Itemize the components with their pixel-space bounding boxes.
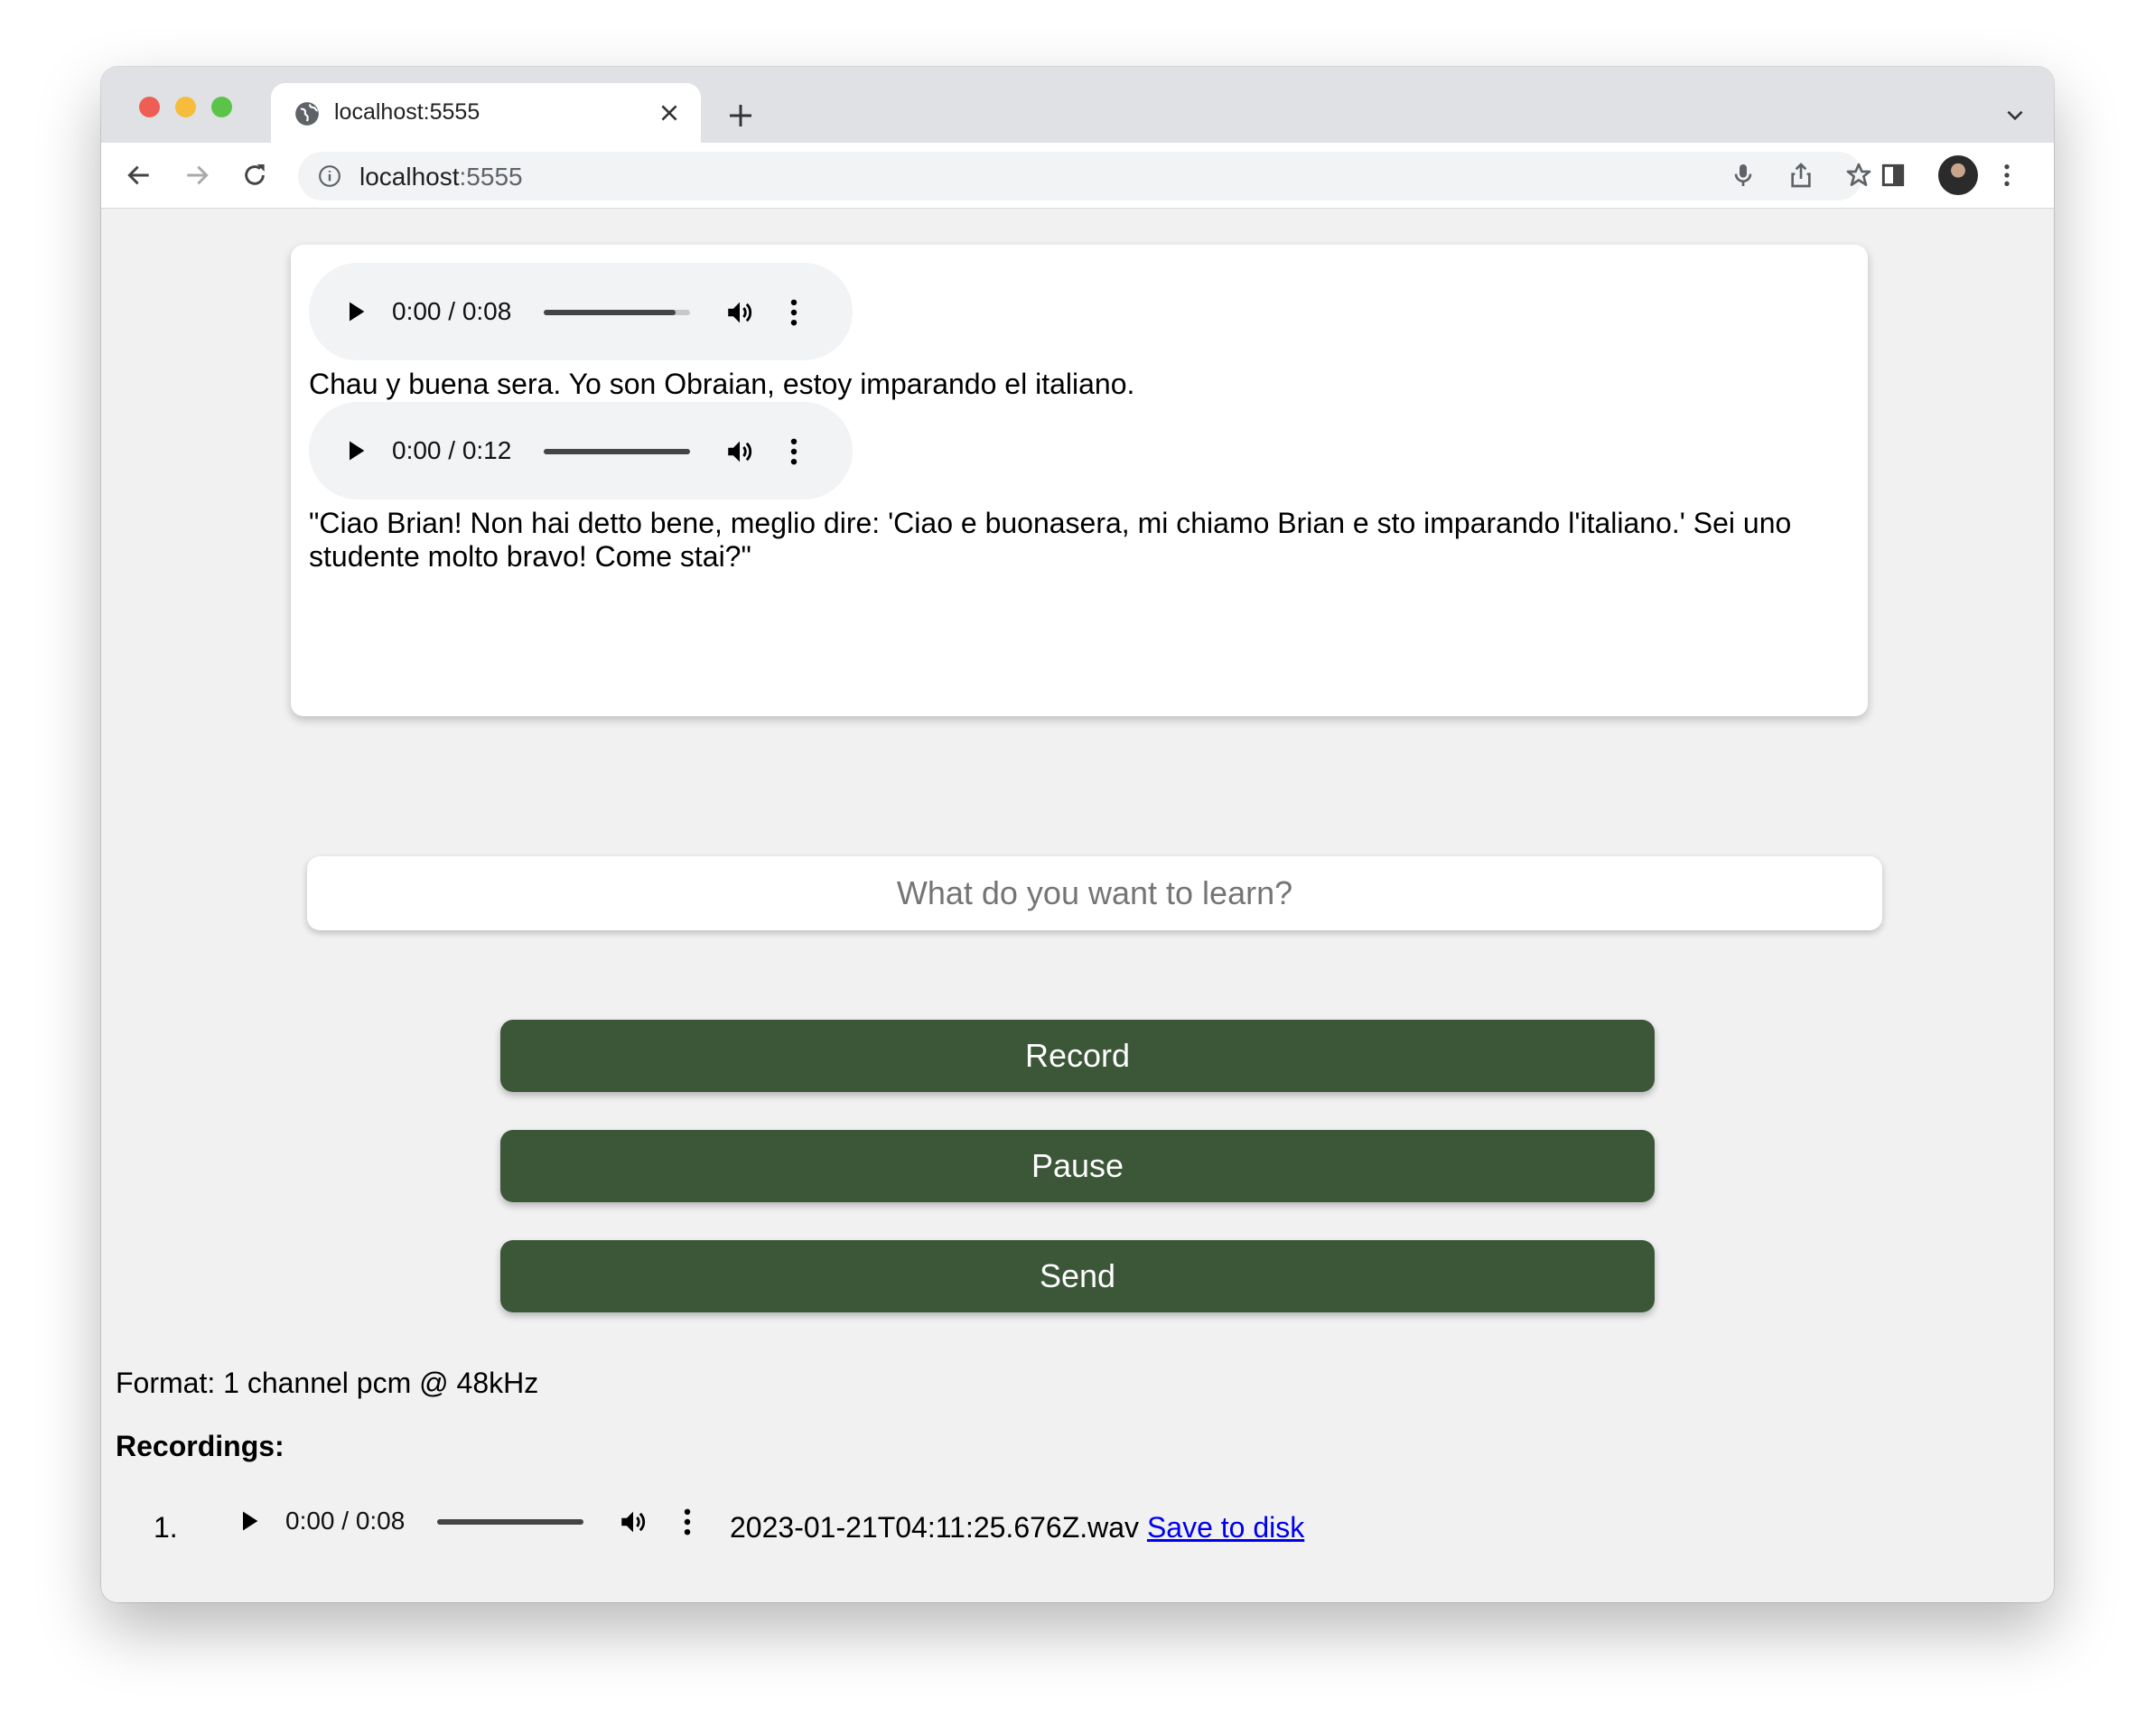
url-host: localhost xyxy=(359,163,460,191)
address-bar[interactable]: localhost:5555 xyxy=(298,152,1871,201)
audio-seek-bar[interactable] xyxy=(544,310,690,315)
side-panel-icon[interactable] xyxy=(1879,161,1908,190)
new-tab-plus-icon[interactable] xyxy=(726,101,755,130)
close-tab-icon[interactable] xyxy=(658,101,681,125)
audio-options-icon[interactable] xyxy=(788,297,800,328)
globe-icon xyxy=(295,102,319,126)
browser-tab[interactable]: localhost:5555 xyxy=(271,83,701,143)
page-content: 0:00 / 0:08 Chau y buena sera. Yo son Ob… xyxy=(101,209,2054,1602)
audio-time: 0:00 / 0:08 xyxy=(285,1507,406,1535)
volume-icon[interactable] xyxy=(724,436,755,467)
audio-seek-bar[interactable] xyxy=(544,449,690,454)
tutor-reply-text: "Ciao Brian! Non hai detto bene, meglio … xyxy=(309,507,1792,573)
audio-seek-bar[interactable] xyxy=(437,1519,583,1525)
recording-list-number: 1. xyxy=(154,1511,178,1544)
user-message-text: Chau y buena sera. Yo son Obraian, estoy… xyxy=(309,368,1135,400)
play-icon[interactable] xyxy=(343,299,368,324)
recording-entry: 2023-01-21T04:11:25.676Z.wav Save to dis… xyxy=(730,1511,1304,1545)
play-icon[interactable] xyxy=(343,438,368,463)
browser-window: localhost:5555 localhost:5555 0:00 / 0:0… xyxy=(101,67,2054,1602)
bookmark-star-icon[interactable] xyxy=(1844,161,1873,190)
recording-filename: 2023-01-21T04:11:25.676Z.wav xyxy=(730,1511,1140,1544)
audio-seek-progress xyxy=(544,449,690,454)
forward-arrow-icon[interactable] xyxy=(182,161,211,190)
audio-time: 0:00 / 0:12 xyxy=(392,436,512,464)
chevron-down-icon[interactable] xyxy=(2003,103,2027,126)
browser-toolbar: localhost:5555 xyxy=(101,143,2054,209)
close-window-button[interactable] xyxy=(139,97,160,117)
tab-strip: localhost:5555 xyxy=(101,67,2054,143)
recordings-heading: Recordings: xyxy=(116,1430,285,1462)
volume-icon[interactable] xyxy=(618,1507,648,1537)
send-button[interactable]: Send xyxy=(500,1240,1655,1312)
audio-player-recording[interactable]: 0:00 / 0:08 xyxy=(201,1472,744,1570)
minimize-window-button[interactable] xyxy=(175,97,196,117)
reload-icon[interactable] xyxy=(240,161,269,190)
play-icon[interactable] xyxy=(237,1508,262,1534)
tab-title: localhost:5555 xyxy=(334,99,480,125)
audio-options-icon[interactable] xyxy=(681,1507,694,1537)
pause-button[interactable]: Pause xyxy=(500,1130,1655,1202)
audio-seek-progress xyxy=(544,310,676,315)
more-vertical-icon[interactable] xyxy=(1992,161,2021,190)
record-button[interactable]: Record xyxy=(500,1020,1655,1092)
info-icon[interactable] xyxy=(318,164,341,188)
learn-topic-input[interactable] xyxy=(307,856,1882,930)
url-text: localhost:5555 xyxy=(359,163,523,191)
audio-player-reply[interactable]: 0:00 / 0:12 xyxy=(309,402,853,499)
audio-format-text: Format: 1 channel pcm @ 48kHz xyxy=(116,1367,539,1399)
microphone-icon[interactable] xyxy=(1729,161,1758,190)
audio-seek-progress xyxy=(437,1519,583,1525)
zoom-window-button[interactable] xyxy=(211,97,232,117)
audio-options-icon[interactable] xyxy=(788,436,800,467)
conversation-panel: 0:00 / 0:08 Chau y buena sera. Yo son Ob… xyxy=(291,245,1868,716)
audio-player-user[interactable]: 0:00 / 0:08 xyxy=(309,263,853,360)
url-port: :5555 xyxy=(459,163,523,191)
share-icon[interactable] xyxy=(1787,161,1815,190)
audio-time: 0:00 / 0:08 xyxy=(392,297,512,325)
save-to-disk-link[interactable]: Save to disk xyxy=(1147,1511,1304,1544)
volume-icon[interactable] xyxy=(724,297,755,328)
back-arrow-icon[interactable] xyxy=(125,161,154,190)
profile-avatar[interactable] xyxy=(1938,155,1978,195)
